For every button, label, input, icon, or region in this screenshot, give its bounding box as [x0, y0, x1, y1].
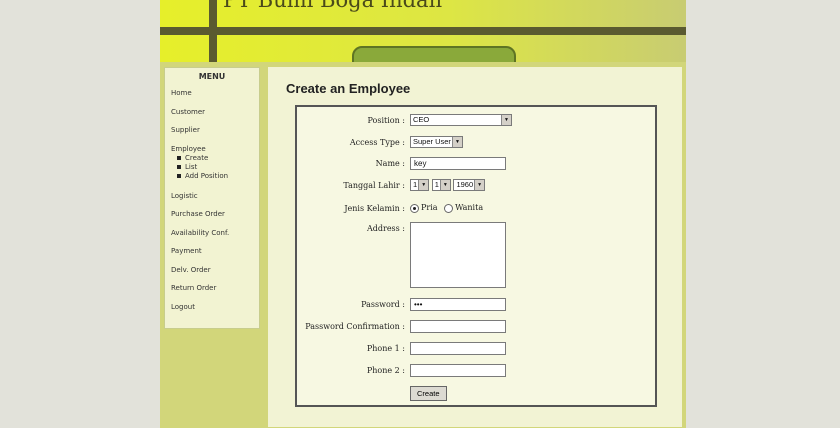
menu-item-employee[interactable]: Employee: [171, 144, 253, 154]
menu-subitem-list[interactable]: List: [171, 163, 253, 172]
menu-item-supplier[interactable]: Supplier: [171, 121, 253, 140]
birth-date-label: Tanggal Lahir :: [343, 181, 405, 190]
phone2-label: Phone 2 :: [366, 366, 405, 375]
gender-option-wanita: Wanita: [455, 203, 484, 212]
password-confirm-input[interactable]: [410, 320, 506, 333]
menu-item-logout[interactable]: Logout: [171, 298, 253, 317]
gender-radio-wanita[interactable]: [444, 203, 454, 213]
name-row: Name :: [297, 157, 655, 173]
menu-item-availability-conf[interactable]: Availability Conf.: [171, 224, 253, 243]
chevron-down-icon: ▼: [439, 180, 450, 190]
position-select[interactable]: CEO ▼: [410, 114, 512, 126]
chevron-down-icon: ▼: [501, 115, 511, 125]
birth-year-select[interactable]: 1960 ▼: [453, 179, 486, 191]
access-type-select[interactable]: Super User ▼: [410, 136, 463, 148]
menu-item-customer[interactable]: Customer: [171, 103, 253, 122]
password-row: Password :: [297, 298, 655, 314]
access-type-label: Access Type :: [349, 138, 405, 147]
header-decor-bar: [160, 27, 686, 35]
access-type-select-value: Super User: [413, 137, 451, 146]
address-label: Address :: [366, 224, 405, 233]
password-confirm-label: Password Confirmation :: [305, 322, 405, 331]
menu-item-home[interactable]: Home: [171, 84, 253, 103]
gender-label: Jenis Kelamin :: [344, 204, 405, 213]
menu-item-purchase-order[interactable]: Purchase Order: [171, 205, 253, 224]
password-input[interactable]: [410, 298, 506, 311]
phone2-row: Phone 2 :: [297, 364, 655, 380]
birth-day-select[interactable]: 1 ▼: [410, 179, 430, 191]
position-label: Position :: [367, 116, 405, 125]
birth-date-row: Tanggal Lahir : 1 ▼ 1 ▼ 1960 ▼: [297, 179, 655, 195]
site-header: PT Bumi Boga Indah: [160, 0, 686, 62]
password-confirm-row: Password Confirmation :: [297, 320, 655, 336]
create-button[interactable]: Create: [410, 386, 447, 401]
access-type-row: Access Type : Super User ▼: [297, 136, 655, 152]
birth-day-value: 1: [413, 180, 418, 189]
gender-row: Jenis Kelamin : Pria Wanita: [297, 202, 655, 218]
chevron-down-icon: ▼: [474, 180, 485, 190]
birth-month-value: 1: [434, 180, 439, 189]
gender-option-pria: Pria: [421, 203, 438, 212]
header-tab: [352, 46, 516, 62]
menu-item-payment[interactable]: Payment: [171, 242, 253, 261]
chevron-down-icon: ▼: [418, 180, 429, 190]
address-row: Address :: [297, 222, 655, 292]
phone2-input[interactable]: [410, 364, 506, 377]
menu-heading: MENU: [198, 72, 226, 81]
name-input[interactable]: [410, 157, 506, 170]
menu-item-return-order[interactable]: Return Order: [171, 279, 253, 298]
password-label: Password :: [361, 300, 405, 309]
header-decor-bar-vertical: [209, 0, 217, 62]
gender-radio-pria[interactable]: [410, 203, 419, 213]
employee-form: Position : CEO ▼ Access Type : Super Use…: [295, 105, 657, 407]
main-content: Create an Employee Position : CEO ▼ Acce…: [268, 67, 682, 427]
page-container: PT Bumi Boga Indah MENU Home Customer Su…: [160, 0, 686, 428]
chevron-down-icon: ▼: [451, 137, 462, 147]
position-select-value: CEO: [413, 115, 430, 124]
position-row: Position : CEO ▼: [297, 114, 655, 130]
phone1-input[interactable]: [410, 342, 506, 355]
address-textarea[interactable]: [410, 222, 506, 288]
birth-month-select[interactable]: 1 ▼: [431, 179, 451, 191]
sidebar-menu: MENU Home Customer Supplier Employee Cre…: [164, 67, 260, 329]
phone1-row: Phone 1 :: [297, 342, 655, 358]
site-title: PT Bumi Boga Indah: [223, 0, 443, 12]
page-title: Create an Employee: [286, 81, 411, 96]
menu-item-delv-order[interactable]: Delv. Order: [171, 261, 253, 280]
menu-subitem-add-position[interactable]: Add Position: [171, 172, 253, 181]
menu-subitem-create[interactable]: Create: [171, 154, 253, 163]
name-label: Name :: [375, 159, 405, 168]
phone1-label: Phone 1 :: [366, 344, 405, 353]
birth-year-value: 1960: [456, 180, 474, 189]
menu-item-logistic[interactable]: Logistic: [171, 187, 253, 206]
